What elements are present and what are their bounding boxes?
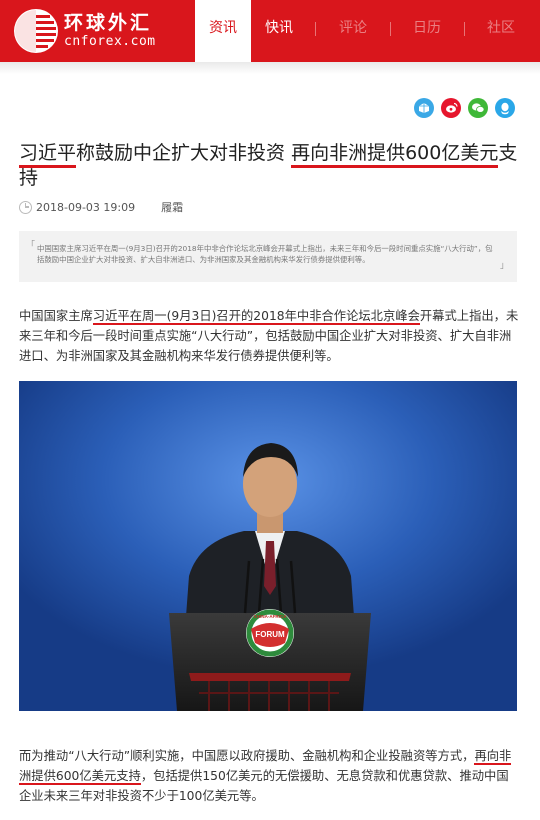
tab-flash[interactable]: 快讯 [251,0,307,62]
nav-divider [464,22,465,36]
paragraph-text: 而为推动“八大行动”顺利实施，中国愿以政府援助、金融机构和企业投融资等方式， [19,749,475,763]
podium-sign-text: FORUM [255,630,285,639]
podium-arc-text: CHINA-AFRICA [254,614,287,619]
logo-domain: cnforex.com [64,34,156,49]
summary-text: 中国国家主席习近平在周一(9月3日)召开的2018年中非合作论坛北京峰会开幕式上… [37,244,493,264]
tab-calendar[interactable]: 日历 [396,0,458,62]
open-quote-icon: 「 [26,241,36,251]
title-highlight-amount: 再向非洲提供600亿美元 [291,142,499,168]
author-name: 履霜 [161,201,184,214]
header-shadow [0,62,540,74]
qq-icon[interactable] [495,98,515,118]
article-meta: 2018-09-03 19:09 履霜 [19,199,183,215]
article-title: 习近平称鼓励中企扩大对非投资 再向非洲提供600亿美元支持 [19,141,519,191]
clock-icon [19,200,32,214]
logo-chinese-name: 环球外汇 [64,12,153,34]
paragraph-highlight: 习近平在周一(9月3日)召开的2018年中非合作论坛北京峰会 [92,309,420,325]
paragraph-text: 中国国家主席 [19,309,93,323]
weibo-icon[interactable] [441,98,461,118]
qzone-icon[interactable] [414,98,434,118]
tab-news[interactable]: 资讯 [195,0,251,62]
site-logo[interactable]: 环球外汇 cnforex.com [14,9,156,53]
article-photo: CHINA-AFRICA FORUM [19,381,517,711]
title-text: 称鼓励中企扩大对非投资 [76,142,292,164]
article-paragraph-2: 而为推动“八大行动”顺利实施，中国愿以政府援助、金融机构和企业投融资等方式，再向… [19,746,519,806]
article-paragraph-1: 中国国家主席习近平在周一(9月3日)召开的2018年中非合作论坛北京峰会开幕式上… [19,306,519,366]
wechat-icon[interactable] [468,98,488,118]
nav-divider [390,22,391,36]
title-highlight-name: 习近平 [19,142,77,168]
nav-divider [315,22,316,36]
article-summary: 「 中国国家主席习近平在周一(9月3日)召开的2018年中非合作论坛北京峰会开幕… [19,231,517,282]
tab-commentary[interactable]: 评论 [322,0,384,62]
publish-datetime: 2018-09-03 19:09 [36,200,136,214]
globe-logo-icon [14,9,58,53]
tab-community[interactable]: 社区 [470,0,532,62]
close-quote-icon: 」 [499,261,509,271]
site-header: 环球外汇 cnforex.com 资讯 快讯 评论 日历 社区 [0,0,540,62]
